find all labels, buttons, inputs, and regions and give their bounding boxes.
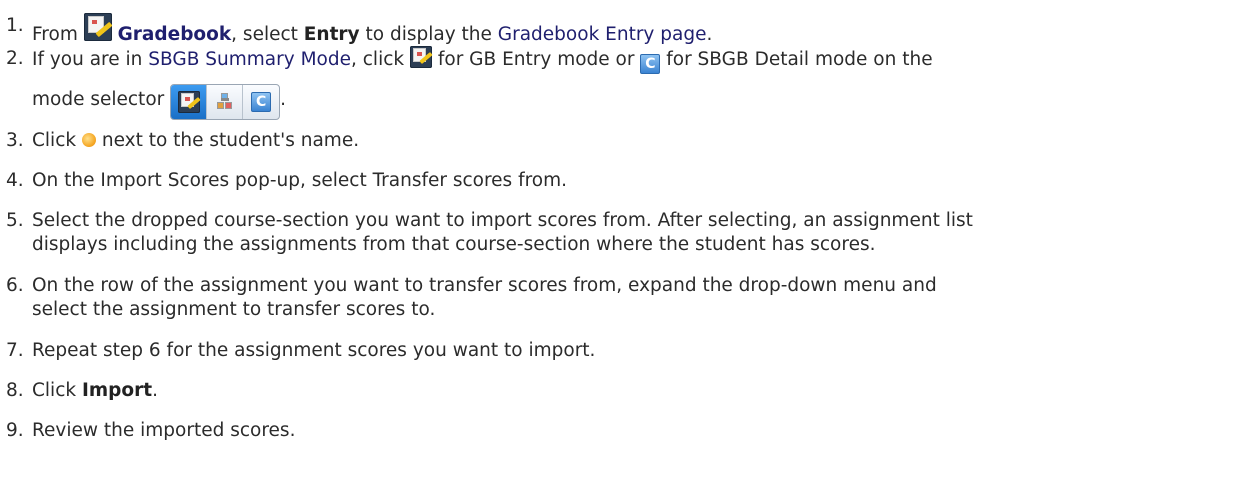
step-number: 4. xyxy=(6,170,24,191)
step-text: Select the dropped course-section you wa… xyxy=(32,210,973,231)
step-text: From xyxy=(32,24,84,45)
step-number: 3. xyxy=(6,130,24,151)
step-number: 2. xyxy=(6,48,24,69)
mode-sbgb-summary[interactable] xyxy=(207,85,244,119)
step-8: 8. Click Import. xyxy=(0,378,1239,404)
step-number: 5. xyxy=(6,210,24,231)
mode-selector[interactable]: C xyxy=(170,84,281,120)
mode-gb-entry[interactable] xyxy=(171,85,208,119)
entry-label: Entry xyxy=(303,24,360,45)
step-number: 9. xyxy=(6,420,24,441)
step-text: Review the imported scores. xyxy=(32,420,296,441)
step-number: 8. xyxy=(6,380,24,401)
import-scores-icon[interactable] xyxy=(81,133,96,147)
gradebook-entry-icon xyxy=(177,91,201,113)
step-5: 5. Select the dropped course-section you… xyxy=(0,208,1239,260)
step-text-continued: displays including the assignments from … xyxy=(32,234,876,255)
step-text: On the row of the assignment you want to… xyxy=(32,275,937,296)
step-text: On the Import Scores pop-up, select Tran… xyxy=(32,170,568,191)
step-text-continued: select the assignment to transfer scores… xyxy=(32,299,436,320)
step-number: 7. xyxy=(6,340,24,361)
step-1: 1. From Gradebook, select Entry to displ… xyxy=(6,13,713,45)
import-button-label: Import xyxy=(81,380,153,401)
step-6: 6. On the row of the assignment you want… xyxy=(0,273,1239,325)
gradebook-entry-icon xyxy=(83,13,113,41)
step-9: 9. Review the imported scores. xyxy=(0,418,1239,444)
sbgb-summary-mode-link[interactable]: SBGB Summary Mode xyxy=(148,49,351,70)
step-number: 1. xyxy=(6,15,24,36)
gradebook-entry-icon[interactable] xyxy=(409,46,433,68)
step-4: 4. On the Import Scores pop-up, select T… xyxy=(0,168,1239,194)
step-number: 6. xyxy=(6,275,24,296)
gradebook-entry-page-link[interactable]: Gradebook Entry page xyxy=(498,24,707,45)
step-7: 7. Repeat step 6 for the assignment scor… xyxy=(0,338,1239,364)
step-2: 2. If you are in SBGB Summary Mode, clic… xyxy=(0,46,1239,120)
sbgb-detail-icon: C xyxy=(251,92,272,112)
gradebook-link[interactable]: Gradebook xyxy=(118,24,232,45)
sbgb-summary-icon xyxy=(216,93,234,111)
mode-sbgb-detail[interactable]: C xyxy=(243,85,279,119)
sbgb-detail-icon[interactable]: C xyxy=(640,54,661,74)
step-text: Repeat step 6 for the assignment scores … xyxy=(32,340,596,361)
step-3: 3. Click next to the student's name. xyxy=(0,128,1239,154)
